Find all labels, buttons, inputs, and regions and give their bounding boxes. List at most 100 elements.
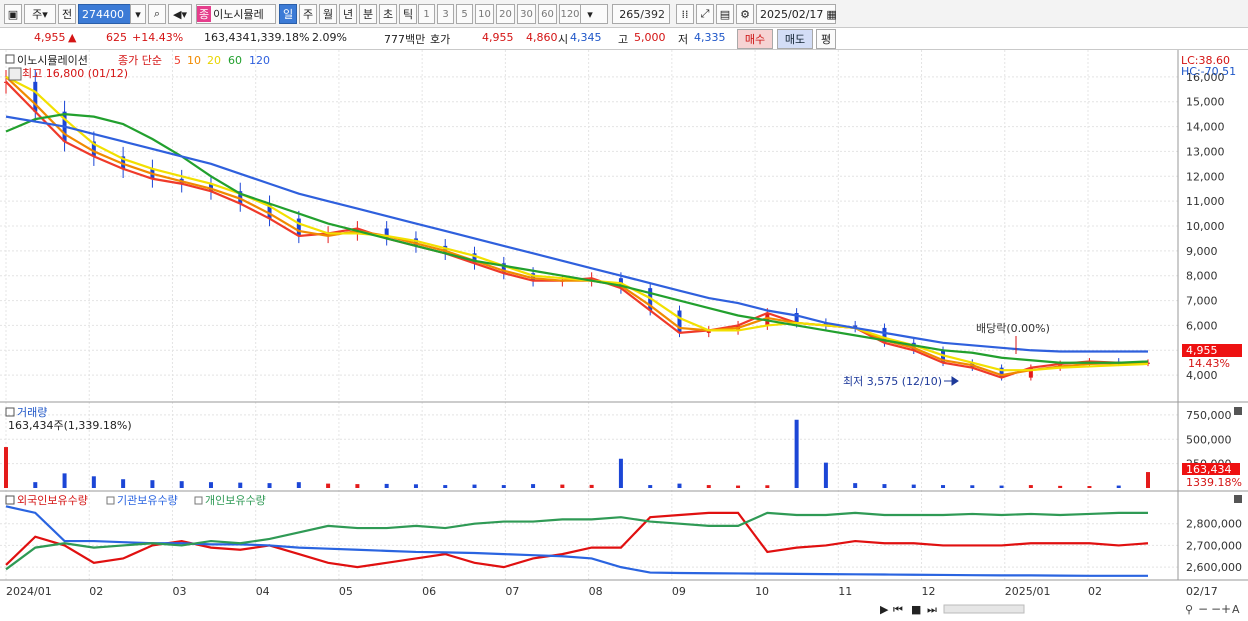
market-select[interactable]: 주 ▾ bbox=[24, 4, 56, 24]
stock-name: 이노시뮬레 bbox=[213, 8, 264, 21]
eval-button[interactable]: 평 bbox=[816, 29, 836, 49]
low-price: 4,335 bbox=[694, 31, 726, 44]
volume-bar bbox=[121, 479, 126, 488]
volume-bar bbox=[765, 485, 770, 488]
interval-button[interactable]: 1 bbox=[418, 4, 435, 24]
volume-bar bbox=[4, 447, 8, 488]
price-tag-value: 4,955 bbox=[1186, 344, 1218, 357]
prev-button[interactable]: 전 bbox=[58, 4, 76, 24]
volume-bar bbox=[560, 484, 565, 488]
tool-icon[interactable]: ⤢ bbox=[696, 4, 714, 24]
minus-icon[interactable]: − bbox=[1211, 602, 1221, 616]
count-field[interactable]: 265/392 bbox=[612, 4, 670, 24]
legend-ma60: 60 bbox=[228, 54, 242, 67]
period-tab[interactable]: 년 bbox=[339, 4, 357, 24]
volume-bar bbox=[677, 483, 682, 488]
scrollbar-track[interactable] bbox=[943, 604, 1025, 614]
total-value: /392 bbox=[640, 7, 665, 21]
chart-area[interactable]: 16,00015,00014,00013,00012,00011,00010,0… bbox=[0, 50, 1248, 621]
x-tick-label: 10 bbox=[755, 585, 769, 598]
x-tick-label: 2025/01 bbox=[1005, 585, 1051, 598]
interval-button[interactable]: 30 bbox=[517, 4, 536, 24]
interval-button[interactable]: 120 bbox=[559, 4, 581, 24]
volume-bar bbox=[355, 484, 360, 488]
change-value: 625 bbox=[106, 31, 127, 44]
candle-body bbox=[677, 310, 682, 333]
period-tab[interactable]: 일 bbox=[279, 4, 297, 24]
grid-icon[interactable]: ⁞⁞ bbox=[676, 4, 694, 24]
grid-toggle-icon[interactable] bbox=[8, 67, 22, 81]
zoom-out-icon[interactable]: − bbox=[1198, 602, 1208, 616]
volume-bar bbox=[941, 485, 946, 488]
sell-label: 매도 bbox=[784, 33, 806, 46]
legend-title: 종가 단순 bbox=[118, 54, 162, 67]
price-tick-label: 9,000 bbox=[1186, 245, 1218, 258]
search-icon[interactable]: ⌕ bbox=[148, 4, 166, 24]
volume-bar bbox=[1028, 485, 1033, 488]
stock-title: 이노시뮬레이션 bbox=[17, 54, 88, 67]
period-tab[interactable]: 틱 bbox=[399, 4, 417, 24]
gear-icon[interactable]: ⚙ bbox=[736, 4, 754, 24]
speaker-icon[interactable]: ◀▾ bbox=[168, 4, 192, 24]
volume-bar bbox=[970, 485, 975, 488]
volume-bar bbox=[326, 483, 331, 488]
price-tick-label: 12,000 bbox=[1186, 170, 1225, 183]
scroll-end-icon[interactable]: ⏭ bbox=[927, 603, 937, 616]
calendar-icon[interactable]: ▦ bbox=[826, 8, 836, 21]
sell-button[interactable]: 매도 bbox=[777, 29, 813, 49]
high-label: 고 bbox=[618, 33, 629, 46]
interval-button[interactable]: 10 bbox=[475, 4, 494, 24]
period-tab[interactable]: 주 bbox=[299, 4, 317, 24]
holdings-close-icon[interactable] bbox=[1234, 495, 1242, 503]
zoom-in-icon[interactable]: ⚲ bbox=[1185, 603, 1193, 616]
scroll-start-icon[interactable]: ⏮ bbox=[893, 603, 903, 616]
bid-price: 4,860 bbox=[526, 31, 558, 44]
code-dropdown-icon[interactable]: ▾ bbox=[130, 4, 146, 24]
holdings-tick-label: 2,600,000 bbox=[1186, 561, 1242, 574]
holdings-tick-label: 2,800,000 bbox=[1186, 518, 1242, 531]
hc-label: HC:-70.51 bbox=[1181, 65, 1236, 78]
stock-name-field[interactable]: 종 이노시뮬레 bbox=[196, 4, 276, 24]
volume-pct: 1,339.18% bbox=[250, 31, 310, 44]
legend-ma120: 120 bbox=[249, 54, 270, 67]
volume-close-icon[interactable] bbox=[1234, 407, 1242, 415]
x-tick-label: 02 bbox=[89, 585, 103, 598]
interval-button[interactable]: 60 bbox=[538, 4, 557, 24]
price-tick-label: 6,000 bbox=[1186, 319, 1218, 332]
price-tick-label: 10,000 bbox=[1186, 220, 1225, 233]
ask-price: 4,955 bbox=[482, 31, 514, 44]
date-field[interactable]: 2025/02/17 ▦ bbox=[756, 4, 837, 24]
interval-button[interactable]: 3 bbox=[437, 4, 454, 24]
legend-individual: 개인보유수량 bbox=[205, 494, 266, 507]
toolbar: ▣ 주 ▾ 전 274400 ▾ ⌕ ◀▾ 종 이노시뮬레 ▾ 265/392 ⁞⁞… bbox=[0, 0, 1248, 28]
period-tab[interactable]: 분 bbox=[359, 4, 377, 24]
x-tick-label: 12 bbox=[922, 585, 936, 598]
price-tick-label: 14,000 bbox=[1186, 121, 1225, 134]
period-tab[interactable]: 초 bbox=[379, 4, 397, 24]
interval-button[interactable]: 5 bbox=[456, 4, 473, 24]
interval-button[interactable]: 20 bbox=[496, 4, 515, 24]
volume-bar bbox=[823, 462, 828, 488]
open-price: 4,345 bbox=[570, 31, 602, 44]
legend-institution: 기관보유수량 bbox=[117, 494, 178, 507]
holdings-tick-label: 2,700,000 bbox=[1186, 539, 1242, 552]
volume-bar bbox=[618, 458, 623, 488]
save-icon[interactable]: ▤ bbox=[716, 4, 734, 24]
font-size-icon[interactable]: A bbox=[1232, 603, 1240, 616]
volume-bar bbox=[648, 485, 653, 488]
volume-bar bbox=[531, 484, 536, 488]
stop-icon[interactable]: ■ bbox=[911, 603, 921, 616]
layout-icon[interactable]: ▣ bbox=[4, 4, 22, 24]
volume-bar bbox=[794, 419, 799, 488]
period-tab[interactable]: 월 bbox=[319, 4, 337, 24]
market-label: 주 bbox=[32, 8, 43, 21]
scroll-right-icon[interactable]: ▶ bbox=[880, 603, 889, 616]
buy-button[interactable]: 매수 bbox=[737, 29, 773, 49]
x-tick-label: 11 bbox=[838, 585, 852, 598]
legend-foreign: 외국인보유수량 bbox=[17, 494, 88, 507]
max-annotation: 최고 16,800 (01/12) bbox=[22, 67, 128, 80]
plus-icon[interactable]: + bbox=[1221, 602, 1231, 616]
legend-ma20: 20 bbox=[207, 54, 221, 67]
change-pct: +14.43% bbox=[132, 31, 184, 44]
x-tick-label: 2024/01 bbox=[6, 585, 52, 598]
